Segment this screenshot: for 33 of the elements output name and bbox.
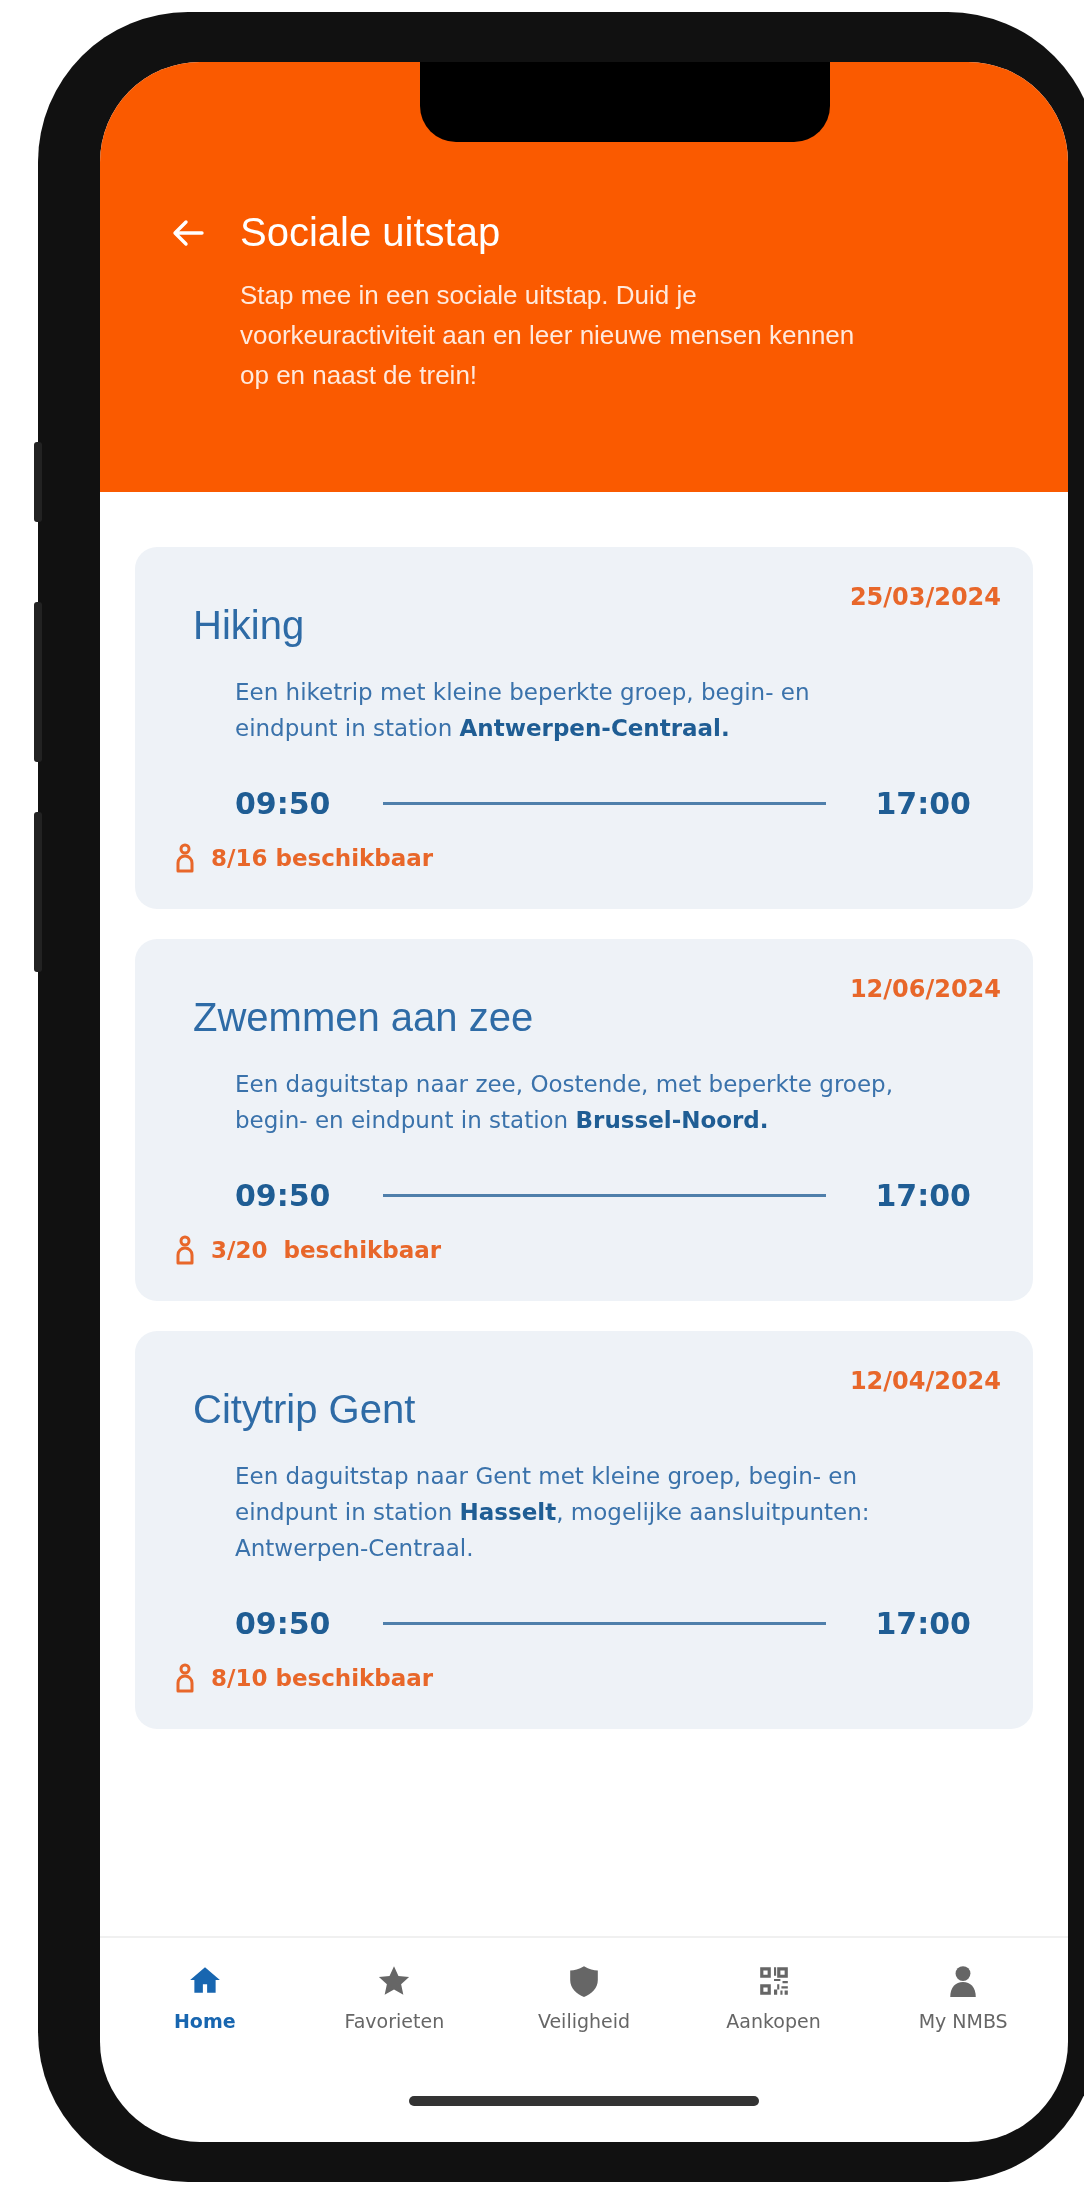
trip-description: Een daguitstap naar zee, Oostende, met beperkte groep, begin- en eindpunt in station Brussel-Noord. [235, 1070, 894, 1135]
person-icon [175, 1663, 195, 1693]
trip-title: Citytrip Gent [193, 1387, 416, 1432]
availability-text: 8/10 beschikbaar [211, 1665, 434, 1691]
page-title: Sociale uitstap [240, 210, 501, 255]
trip-title: Zwemmen aan zee [193, 995, 534, 1040]
nav-tab[interactable]: Aankopen [683, 1964, 864, 2086]
start-time: 09:50 [235, 1178, 331, 1213]
trip-title: Hiking [193, 603, 305, 648]
start-time: 09:50 [235, 786, 331, 821]
person-icon [175, 1235, 195, 1265]
nav-tab[interactable]: My NMBS [873, 1964, 1054, 2086]
trip-date: 12/04/2024 [849, 1367, 1001, 1395]
end-time: 17:00 [875, 786, 971, 821]
nav-tab[interactable]: Veiligheid [494, 1964, 674, 2086]
shield-icon [567, 1964, 601, 1998]
person-icon [175, 843, 195, 873]
nav-tab[interactable]: Favorieten [304, 1964, 485, 2086]
availability-text: 3/20 beschikbaar [211, 1237, 442, 1263]
trip-date: 12/06/2024 [849, 975, 1001, 1003]
end-time: 17:00 [875, 1178, 971, 1213]
trip-card[interactable]: Zwemmen aan zee 12/06/2024 Een daguitstap naar zee, Oostende, met beperkte groep, begin- en eindpunt in station Brussel-Noord. 09:50 17:00 3/20 beschikbaar [135, 939, 1033, 1301]
nav-tab[interactable]: Home [114, 1964, 295, 2086]
availability-text: 8/16 beschikbaar [211, 845, 434, 871]
trip-card[interactable]: Citytrip Gent 12/04/2024 Een daguitstap naar Gent met kleine groep, begin- en eindpunt in station Hasselt, mogelijke aansluitpunten: Antwerpen-Centraal. 09:50 17:00 8/10 beschikbaar [135, 1331, 1033, 1729]
end-time: 17:00 [875, 1606, 971, 1641]
trip-date: 25/03/2024 [849, 583, 1001, 611]
trip-description: Een hiketrip met kleine beperkte groep, begin- en eindpunt in station Antwerpen-Centraal. [235, 678, 811, 743]
back-arrow-icon[interactable] [172, 218, 204, 247]
start-time: 09:50 [235, 1606, 331, 1641]
trip-card[interactable]: Hiking 25/03/2024 Een hiketrip met kleine beperkte groep, begin- en eindpunt in station Antwerpen-Centraal. 09:50 17:00 8/16 beschikbaar [135, 547, 1033, 909]
trip-description: Een daguitstap naar Gent met kleine groep, begin- en eindpunt in station Hasselt, mogelijke aansluitpunten: Antwerpen-Centraal. [235, 1462, 871, 1563]
page-description: Stap mee in een sociale uitstap. Duid je voorkeuractiviteit aan en leer nieuwe mensen kennen op en naast de trein! [240, 279, 856, 392]
